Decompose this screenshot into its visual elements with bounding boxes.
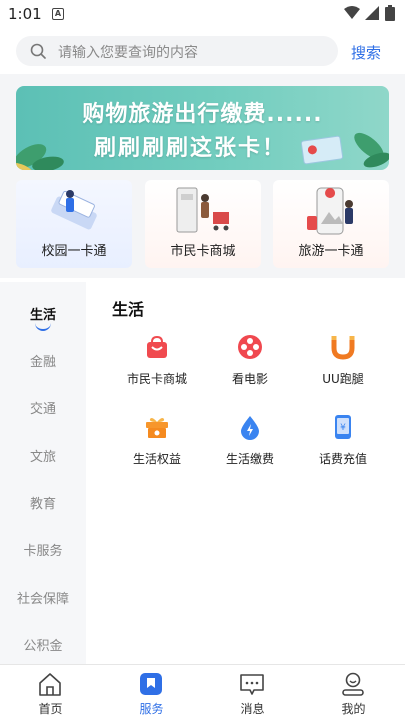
sidebar-item-culture-travel[interactable]: 文旅 bbox=[0, 446, 86, 465]
service-label: 看电影 bbox=[231, 372, 268, 386]
film-reel-icon bbox=[238, 335, 262, 359]
mall-icon bbox=[176, 187, 229, 233]
sidebar-item-education[interactable]: 教育 bbox=[0, 493, 86, 512]
search-input[interactable]: 请输入您要查询的内容 bbox=[16, 36, 338, 66]
tab-home[interactable]: 首页 bbox=[0, 665, 101, 721]
search-icon bbox=[30, 43, 46, 59]
search-row: 请输入您要查询的内容 搜索 bbox=[0, 28, 405, 74]
service-label: 生活权益 bbox=[132, 452, 181, 466]
message-icon bbox=[240, 674, 264, 695]
search-button[interactable]: 搜索 bbox=[351, 42, 381, 63]
search-placeholder: 请输入您要查询的内容 bbox=[58, 45, 198, 61]
leaf-decoration-icon bbox=[16, 144, 64, 170]
sidebar-item-finance[interactable]: 金融 bbox=[0, 351, 86, 370]
quick-card-campus[interactable]: 校园一卡通 bbox=[16, 180, 132, 268]
tab-label: 首页 bbox=[38, 702, 63, 716]
svg-text:¥: ¥ bbox=[340, 423, 346, 433]
service-icon bbox=[140, 673, 162, 695]
promo-banner[interactable]: 购物旅游出行缴费...... 刷刷刷刷这张卡！ bbox=[16, 86, 389, 170]
quick-cards: 校园一卡通 市民卡商城 旅游一卡通 bbox=[16, 180, 389, 268]
service-label: 市民卡商城 bbox=[126, 372, 187, 386]
tab-label: 消息 bbox=[240, 702, 265, 716]
signal-icon bbox=[365, 6, 379, 20]
service-label: UU跑腿 bbox=[322, 372, 364, 386]
service-label: 话费充值 bbox=[318, 452, 367, 466]
citizen-card-icon bbox=[300, 135, 344, 165]
quick-card-label: 旅游一卡通 bbox=[298, 244, 364, 259]
service-label: 生活缴费 bbox=[225, 452, 274, 466]
travel-icon bbox=[307, 187, 353, 235]
tab-service[interactable]: 服务 bbox=[101, 665, 202, 721]
sidebar-item-housing-fund[interactable]: 公积金 bbox=[0, 635, 86, 654]
quick-card-travel[interactable]: 旅游一卡通 bbox=[273, 180, 389, 268]
sidebar-item-social-security[interactable]: 社会保障 bbox=[0, 588, 86, 607]
sidebar-item-card-service[interactable]: 卡服务 bbox=[0, 540, 86, 559]
tab-profile[interactable]: 我的 bbox=[303, 665, 404, 721]
sidebar-item-transport[interactable]: 交通 bbox=[0, 398, 86, 417]
top-area: 购物旅游出行缴费...... 刷刷刷刷这张卡！ 校园一卡通 市民卡商城 旅游一卡… bbox=[0, 74, 405, 278]
bottom-tab-bar: 首页 服务 消息 我的 bbox=[0, 664, 405, 721]
status-time: 1:01 bbox=[8, 5, 42, 23]
shopping-bag-icon bbox=[147, 335, 167, 358]
banner-line1: 购物旅游出行缴费...... bbox=[82, 102, 323, 127]
home-icon bbox=[39, 673, 61, 696]
quick-card-mall[interactable]: 市民卡商城 bbox=[145, 180, 261, 268]
wifi-icon bbox=[344, 6, 360, 19]
battery-icon bbox=[385, 5, 395, 21]
water-drop-icon bbox=[241, 416, 259, 440]
magnet-icon bbox=[331, 336, 355, 360]
tab-messages[interactable]: 消息 bbox=[202, 665, 303, 721]
campus-card-icon bbox=[51, 190, 97, 230]
notification-icon: A bbox=[52, 8, 64, 20]
tab-label: 服务 bbox=[139, 702, 164, 716]
sidebar-item-life[interactable]: 生活 bbox=[0, 304, 86, 323]
phone-recharge-icon: ¥ bbox=[335, 415, 351, 439]
gift-icon bbox=[146, 418, 168, 438]
section-title: 生活 bbox=[112, 300, 145, 319]
tab-label: 我的 bbox=[341, 702, 366, 716]
profile-icon bbox=[342, 672, 364, 696]
quick-card-label: 校园一卡通 bbox=[41, 244, 107, 259]
status-bar: 1:01 A bbox=[0, 0, 405, 28]
quick-card-label: 市民卡商城 bbox=[170, 244, 236, 259]
banner-line2: 刷刷刷刷这张卡！ bbox=[94, 136, 287, 161]
